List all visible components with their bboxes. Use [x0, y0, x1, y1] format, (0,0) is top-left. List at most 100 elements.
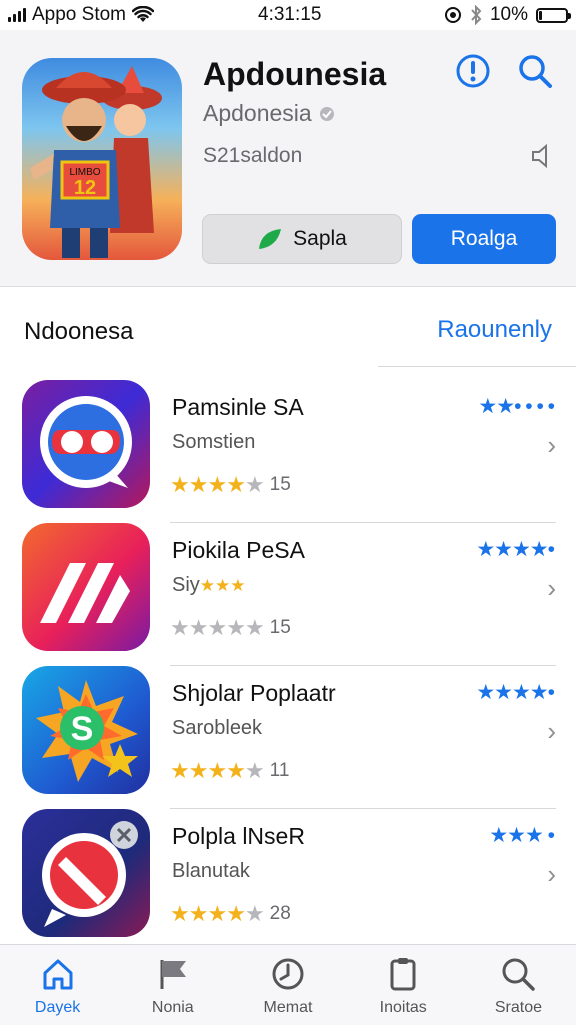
app-name: Pamsinle SA [172, 394, 304, 420]
star-rating: ★★★★★ [170, 472, 265, 498]
star-empty-icon: ★ [207, 615, 227, 640]
featured-app-size: S21saldon [203, 144, 303, 167]
star-filled-icon: ★ [170, 758, 190, 783]
star-empty-icon: ★ [244, 901, 265, 926]
star-filled-icon: ★ [226, 472, 246, 497]
star-filled-icon: ★ [188, 901, 209, 926]
open-button-label: Roalga [450, 227, 518, 250]
app-row[interactable]: S Shjolar Poplaatr Sarobleek ★★★★★ 11 ★★… [0, 666, 576, 809]
tab-label: Memat [263, 999, 313, 1016]
app-name: Shjolar Poplaatr [172, 680, 336, 706]
star-empty-icon: ★ [188, 615, 209, 640]
app-category: Somstien [172, 431, 256, 453]
battery-percent: 10% [489, 4, 528, 25]
tab-sratoe[interactable]: Sratoe [461, 945, 576, 1025]
verified-badge-icon [319, 106, 334, 121]
star-empty-icon: ★ [244, 472, 265, 497]
star-filled-icon: ★ [170, 901, 190, 926]
clock-icon [272, 958, 304, 990]
app-name: Polpla lNseR [172, 823, 305, 849]
star-filled-icon: ★ [207, 758, 227, 783]
blue-rating: ★★★★• [476, 538, 555, 561]
star-empty-icon: ★ [244, 758, 265, 783]
get-button-label: Sapla [293, 227, 347, 250]
bluetooth-icon [471, 5, 482, 25]
blue-rating: ★★★ • [489, 824, 555, 847]
alert-icon[interactable] [454, 52, 492, 90]
flag-icon [160, 960, 186, 989]
app-category: Sarobleek [172, 717, 263, 739]
chevron-right-icon[interactable]: › [547, 716, 556, 747]
star-filled-icon: ★ [207, 472, 227, 497]
star-s-icon: S [22, 666, 150, 794]
home-icon [43, 959, 73, 990]
rating-stars: ★★★★★ 15 [170, 472, 291, 498]
star-empty-icon: ★ [226, 615, 246, 640]
rating-stars: ★★★★★ 11 [170, 758, 289, 784]
tab-memat[interactable]: Memat [230, 945, 345, 1025]
star-filled-icon: ★ [188, 472, 209, 497]
stripes-icon [22, 523, 150, 651]
app-list: Pamsinle SA Somstien ★★★★★ 15 ★★• • • • … [0, 380, 576, 952]
tab-nonia[interactable]: Nonia [115, 945, 230, 1025]
no-sign-icon [22, 809, 150, 937]
section-divider [378, 366, 576, 367]
carrier-label: Appo Stom [32, 4, 126, 25]
app-row[interactable]: Polpla lNseR Blanutak ★★★★★ 28 ★★★ • › [0, 809, 576, 952]
chevron-right-icon[interactable]: › [547, 430, 556, 461]
tab-dayek[interactable]: Dayek [0, 945, 115, 1025]
pirate-characters-art: LIMBO 12 [30, 66, 162, 258]
app-row[interactable]: Piokila PeSA Siy★★★ ★★★★★ 15 ★★★★• › [0, 523, 576, 666]
chevron-right-icon[interactable]: › [547, 573, 556, 604]
get-button[interactable]: Sapla [202, 214, 402, 264]
search-icon[interactable] [516, 52, 554, 90]
tab-label: Nonia [151, 999, 194, 1016]
section-title: Ndoonesa [24, 318, 134, 345]
battery-level [539, 10, 542, 20]
signal-icon [8, 8, 26, 22]
app-category: Siy★★★ [172, 574, 246, 597]
star-rating: ★★★★★ [170, 758, 265, 784]
tab-label: Inoitas [379, 999, 427, 1016]
status-bar: Appo Stom 4:31:15 10% [0, 0, 576, 30]
open-button[interactable]: Roalga [412, 214, 556, 264]
leaf-icon [259, 229, 282, 249]
star-empty-icon: ★ [170, 615, 190, 640]
app-category-text: Siy [172, 574, 200, 596]
featured-app-developer: Apdonesia [203, 100, 312, 126]
see-all-link[interactable]: Raounenly [437, 316, 552, 344]
star-filled-icon: ★ [170, 472, 190, 497]
app-name: Piokila PeSA [172, 537, 305, 563]
star-rating: ★★★★★ [170, 615, 265, 641]
star-filled-icon: ★ [188, 758, 209, 783]
rating-count: 15 [269, 474, 291, 495]
featured-app-title: Apdounesia [203, 56, 387, 92]
app-row[interactable]: Pamsinle SA Somstien ★★★★★ 15 ★★• • • • … [0, 380, 576, 523]
blue-rating: ★★★★• [476, 681, 555, 704]
clipboard-icon [390, 958, 416, 991]
featured-app-card: LIMBO 12 Apdounesia Apdonesia S21saldon … [0, 30, 576, 287]
rating-count: 15 [269, 617, 291, 638]
location-icon [444, 7, 461, 23]
chat-bubble-icon [22, 380, 150, 508]
search-icon [502, 958, 536, 991]
featured-app-subtitle: Apdonesia [203, 100, 336, 127]
rating-stars: ★★★★★ 15 [170, 615, 291, 641]
featured-app-icon[interactable]: LIMBO 12 [22, 58, 182, 260]
star-empty-icon: ★ [244, 615, 265, 640]
tab-label: Dayek [34, 999, 81, 1016]
svg-text:12: 12 [74, 177, 96, 199]
tab-label: Sratoe [494, 999, 542, 1016]
rating-stars: ★★★★★ 28 [170, 901, 291, 927]
status-left: Appo Stom [8, 4, 154, 26]
status-right: 10% [444, 4, 571, 26]
blue-rating: ★★• • • • [478, 395, 555, 418]
tab-inoitas[interactable]: Inoitas [346, 945, 461, 1025]
mute-speaker-icon[interactable] [529, 142, 557, 170]
status-time: 4:31:15 [258, 4, 322, 25]
battery-icon [536, 7, 571, 23]
chevron-right-icon[interactable]: › [547, 859, 556, 890]
tab-bar: Dayek Nonia Memat Inoitas Sratoe [0, 944, 576, 1025]
star-filled-icon: ★ [207, 901, 227, 926]
star-filled-icon: ★ [226, 758, 246, 783]
